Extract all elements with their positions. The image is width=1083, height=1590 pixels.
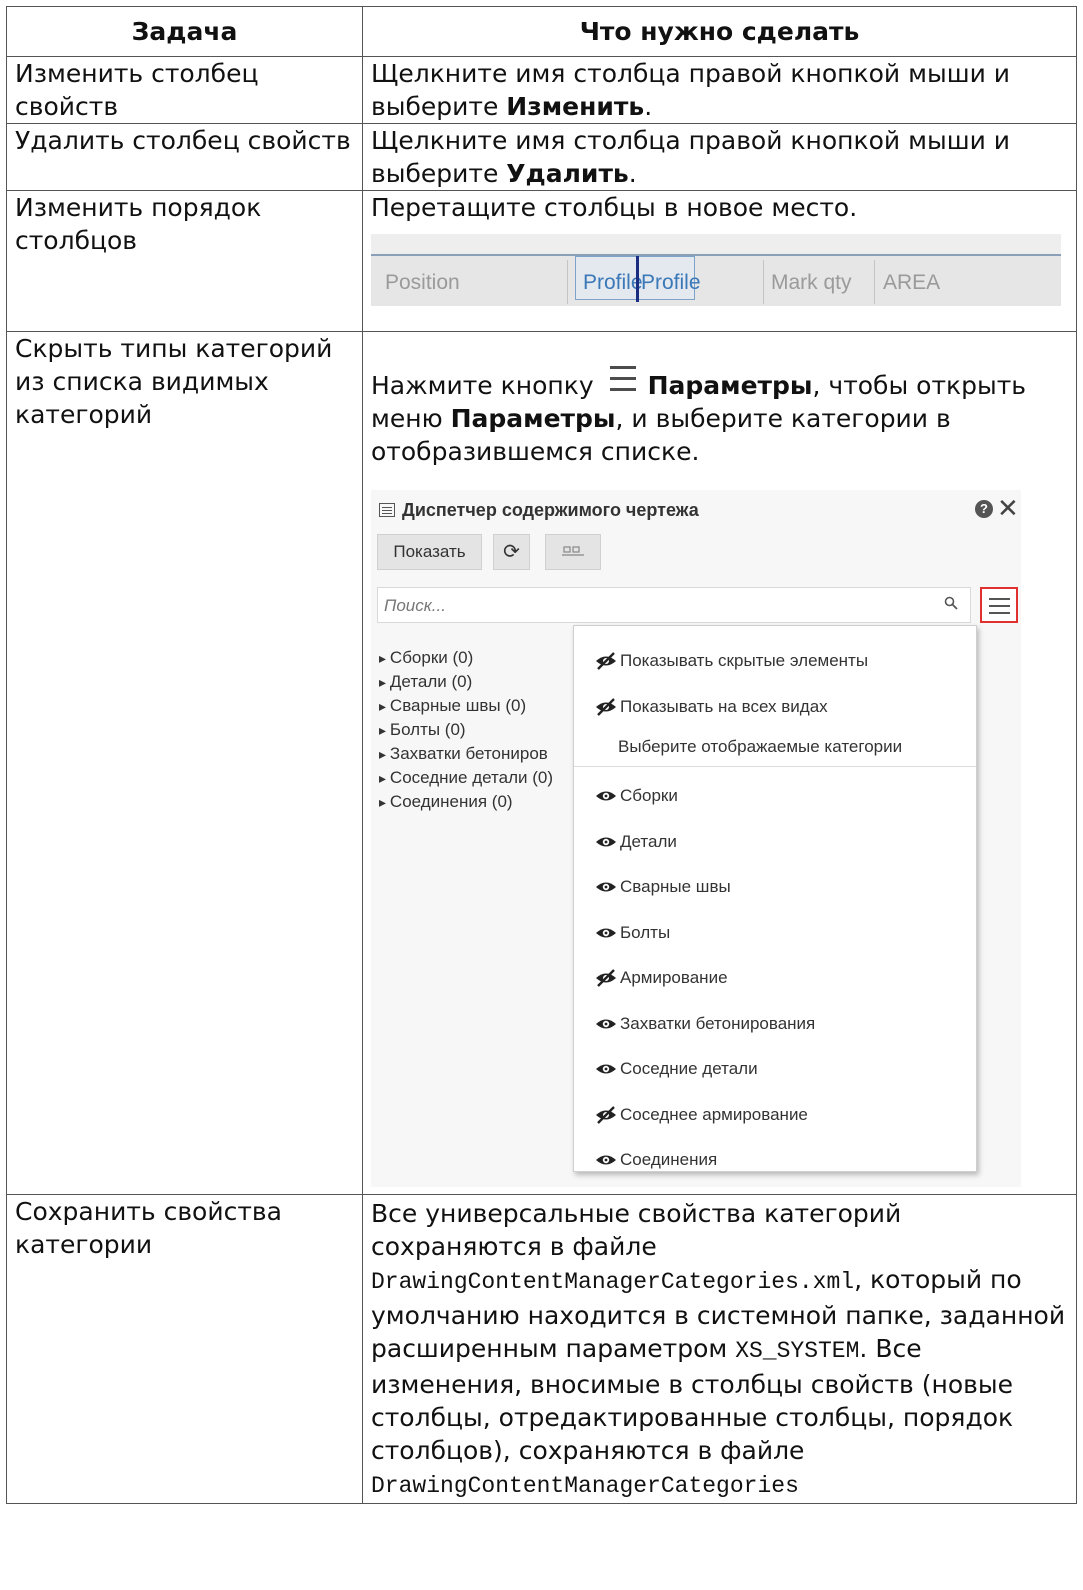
tree-item[interactable]: Болты (0): [379, 720, 553, 744]
category-label: Армирование: [620, 968, 728, 987]
hamburger-icon: [604, 360, 642, 400]
search-placeholder: Поиск...: [384, 596, 446, 615]
help-icon[interactable]: ?: [975, 500, 993, 518]
eye-off-icon: [596, 652, 616, 670]
category-tree: Сборки (0) Детали (0) Сварные швы (0) Бо…: [379, 648, 553, 816]
action-cell: Щелкните имя столбца правой кнопкой мыши…: [362, 123, 1077, 191]
eye-icon: [596, 791, 616, 801]
file-name: DrawingContentManagerCategories.xml: [371, 1269, 855, 1295]
eye-off-icon: [596, 1105, 616, 1124]
category-item[interactable]: Соседние детали: [596, 1059, 758, 1079]
action-end: .: [644, 92, 653, 121]
action-text: Щелкните имя столбца правой кнопкой мыши…: [371, 126, 1011, 188]
table-row: Изменить порядок столбцов Перетащите сто…: [6, 190, 1077, 332]
task-cell: Сохранить свойства категории: [6, 1194, 363, 1504]
category-item[interactable]: Соседнее армирование: [596, 1104, 808, 1125]
table-row: Удалить столбец свойств Щелкните имя сто…: [6, 123, 1077, 191]
column-header-position[interactable]: Position: [385, 266, 460, 299]
header-action: Что нужно сделать: [362, 6, 1077, 57]
eye-icon: [596, 928, 616, 937]
search-icon: [944, 596, 958, 616]
tree-item[interactable]: Соседние детали (0): [379, 768, 553, 792]
tree-item[interactable]: Детали (0): [379, 672, 553, 696]
eye-icon: [596, 1019, 616, 1028]
category-label: Соседнее армирование: [620, 1104, 808, 1124]
column-header-mark-qty[interactable]: Mark qty: [771, 266, 852, 299]
options-menu-button[interactable]: [980, 587, 1018, 623]
close-icon[interactable]: ✕: [997, 495, 1019, 521]
action-text: Нажмите кнопку Параметры, чтобы открыть …: [371, 360, 1068, 468]
category-label: Сборки: [620, 786, 678, 805]
tree-item[interactable]: Сварные швы (0): [379, 696, 553, 720]
eye-off-icon: [596, 969, 616, 987]
action-cell: Нажмите кнопку Параметры, чтобы открыть …: [362, 331, 1077, 1195]
task-cell: Удалить столбец свойств: [6, 123, 363, 191]
options-dropdown: Показывать скрытые элементы Показывать н…: [573, 625, 977, 1172]
table-row: Скрыть типы категорий из списка видимых …: [6, 331, 1077, 1195]
category-item[interactable]: Болты: [596, 922, 671, 943]
eye-icon: [596, 1064, 616, 1074]
task-cell: Изменить столбец свойств: [6, 56, 363, 124]
panel-icon: [379, 503, 395, 517]
drawing-content-manager-panel: Диспетчер содержимого чертежа ? ✕ Показа…: [371, 490, 1021, 1187]
category-item[interactable]: Соединения: [596, 1150, 718, 1170]
category-label: Захватки бетонирования: [620, 1013, 816, 1033]
parameter-name: XS_SYSTEM: [735, 1338, 860, 1364]
tree-item[interactable]: Сборки (0): [379, 648, 553, 672]
panel-title: Диспетчер содержимого чертежа: [379, 500, 699, 520]
column-reorder-illustration: Position Profile Profile Mark qty AREA: [371, 234, 1061, 306]
action-bold: Изменить: [506, 92, 645, 121]
action-cell: Все универсальные свойства категорий сох…: [362, 1194, 1077, 1504]
category-label: Болты: [620, 922, 671, 942]
action-bold: Удалить: [506, 159, 629, 188]
action-cell: Щелкните имя столбца правой кнопкой мыши…: [362, 56, 1077, 124]
category-item[interactable]: Захватки бетонирования: [596, 1013, 816, 1034]
select-objects-icon[interactable]: [545, 534, 601, 570]
column-header-area[interactable]: AREA: [883, 266, 940, 299]
action-end: .: [628, 159, 637, 188]
category-label: Детали: [620, 831, 677, 851]
task-cell: Скрыть типы категорий из списка видимых …: [6, 331, 363, 1195]
tree-item[interactable]: Захватки бетониров: [379, 744, 553, 768]
search-input[interactable]: Поиск...: [377, 587, 971, 623]
show-button[interactable]: Показать: [377, 534, 482, 570]
eye-icon: [596, 882, 616, 892]
category-item[interactable]: Сварные швы: [596, 877, 731, 897]
category-label: Соседние детали: [620, 1059, 758, 1078]
refresh-icon[interactable]: ⟳: [493, 534, 530, 570]
eye-icon: [596, 1155, 616, 1165]
task-table: Задача Что нужно сделать Изменить столбе…: [6, 6, 1077, 1504]
menu-heading: Выберите отображаемые категории: [618, 737, 903, 756]
file-name: DrawingContentManagerCategories: [371, 1473, 799, 1499]
header-task: Задача: [6, 6, 363, 57]
action-text: Щелкните имя столбца правой кнопкой мыши…: [371, 59, 1011, 121]
action-cell: Перетащите столбцы в новое место. Positi…: [362, 190, 1077, 332]
category-item[interactable]: Армирование: [596, 968, 728, 988]
table-row: Изменить столбец свойств Щелкните имя ст…: [6, 56, 1077, 124]
category-item[interactable]: Детали: [596, 831, 677, 852]
column-header-profile[interactable]: Profile: [641, 266, 701, 299]
menu-item-show-all-views[interactable]: Показывать на всех видах: [596, 697, 828, 717]
category-label: Сварные швы: [620, 877, 731, 896]
category-label: Соединения: [620, 1150, 718, 1169]
action-text: Перетащите столбцы в новое место.: [371, 193, 858, 222]
table-header-row: Задача Что нужно сделать: [6, 6, 1077, 57]
table-row: Сохранить свойства категории Все универс…: [6, 1194, 1077, 1504]
task-cell: Изменить порядок столбцов: [6, 190, 363, 332]
column-header-profile-ghost[interactable]: Profile: [583, 266, 643, 299]
menu-item-show-hidden[interactable]: Показывать скрытые элементы: [596, 651, 868, 671]
eye-off-icon: [596, 698, 616, 716]
eye-icon: [596, 837, 616, 846]
category-item[interactable]: Сборки: [596, 786, 678, 806]
drop-indicator: [636, 256, 639, 302]
tree-item[interactable]: Соединения (0): [379, 792, 553, 816]
